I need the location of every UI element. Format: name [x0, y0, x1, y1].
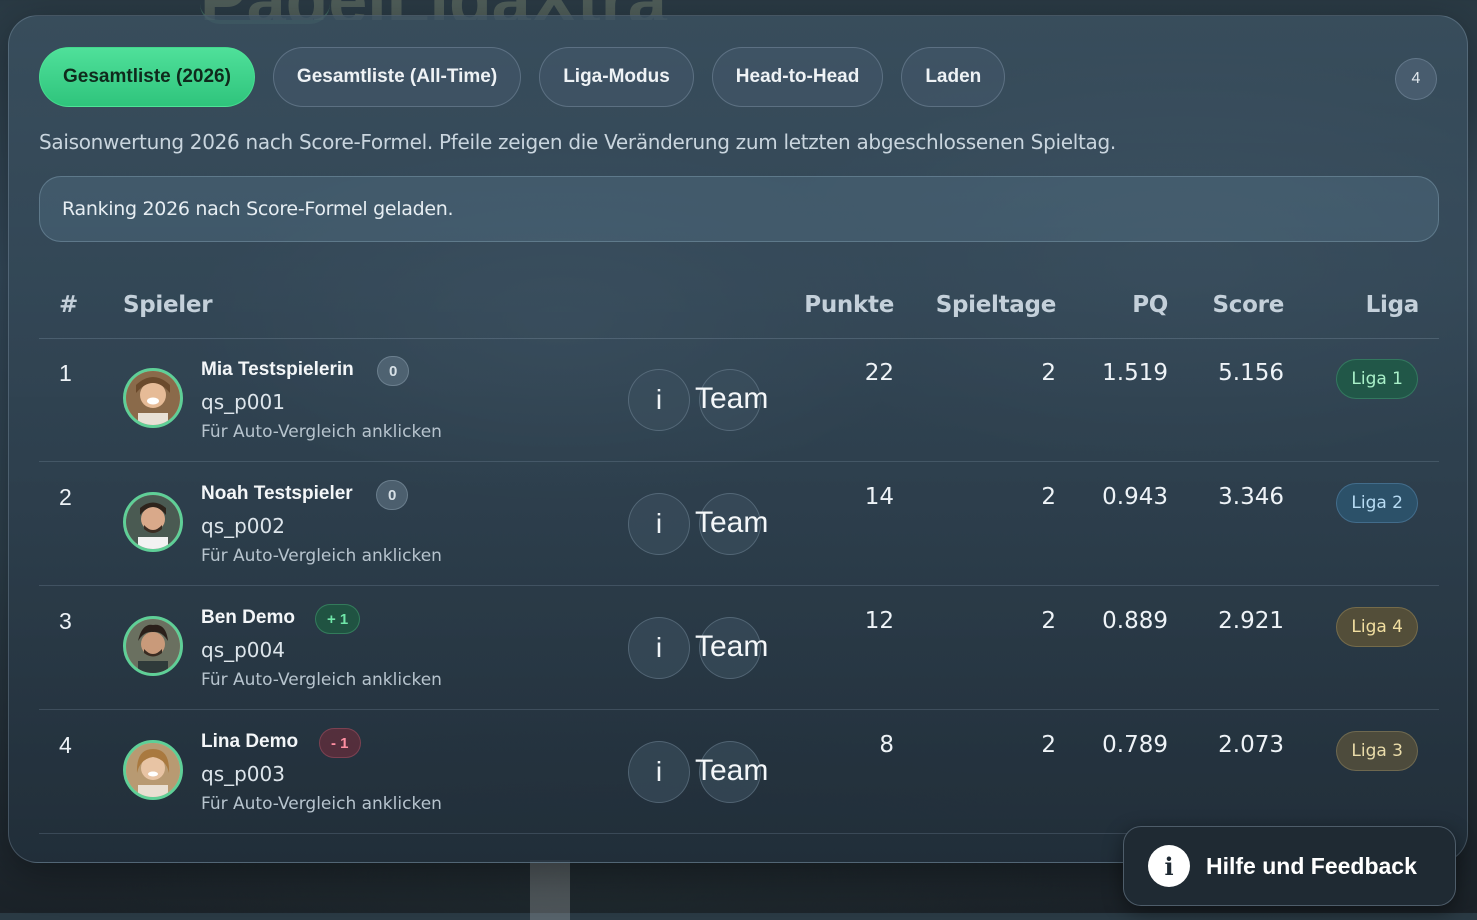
table-header: # Spieler Punkte Spieltage PQ Score Liga — [39, 278, 1439, 339]
matchdays-value: 2 — [1041, 732, 1056, 758]
compare-hint: Für Auto-Vergleich anklicken — [201, 422, 442, 442]
player-name[interactable]: Mia Testspielerin — [201, 359, 354, 381]
league-badge: Liga 1 — [1336, 359, 1418, 399]
team-button[interactable]: Team — [695, 741, 768, 803]
column-header-matchdays[interactable]: Spieltage — [936, 292, 1057, 318]
background-court-line — [530, 860, 570, 920]
team-button[interactable]: Team — [695, 493, 768, 555]
player-name[interactable]: Lina Demo — [201, 731, 298, 753]
team-button-label: Team — [695, 630, 769, 663]
score-value: 2.073 — [1218, 732, 1284, 758]
matchdays-value: 2 — [1041, 608, 1056, 634]
avatar — [123, 616, 183, 676]
column-header-league[interactable]: Liga — [1366, 292, 1420, 318]
rank-number: 1 — [59, 360, 72, 386]
player-name[interactable]: Ben Demo — [201, 607, 295, 629]
tab-gesamtliste-2026[interactable]: Gesamtliste (2026) — [39, 47, 255, 107]
tab-liga-modus[interactable]: Liga-Modus — [539, 47, 694, 107]
player-id: qs_p002 — [201, 514, 285, 538]
points-value: 14 — [864, 484, 894, 510]
status-message: Ranking 2026 nach Score-Formel geladen. — [39, 176, 1439, 242]
rank-change-badge: - 1 — [319, 728, 361, 758]
column-header-pq[interactable]: PQ — [1132, 292, 1168, 318]
team-button[interactable]: Team — [695, 369, 768, 431]
team-button[interactable]: Team — [695, 617, 768, 679]
team-button-label: Team — [695, 506, 769, 539]
team-button-label: Team — [695, 382, 769, 415]
ranking-panel: Gesamtliste (2026) Gesamtliste (All-Time… — [8, 15, 1468, 863]
player-count-badge: 4 — [1395, 58, 1437, 100]
player-info-button[interactable]: i — [628, 617, 690, 679]
rank-change-badge: + 1 — [315, 604, 361, 634]
column-header-score[interactable]: Score — [1213, 292, 1285, 318]
column-header-rank: # — [59, 292, 78, 318]
matchdays-value: 2 — [1041, 484, 1056, 510]
points-value: 22 — [864, 360, 894, 386]
column-header-points[interactable]: Punkte — [804, 292, 894, 318]
compare-hint: Für Auto-Vergleich anklicken — [201, 546, 442, 566]
info-icon: i — [1148, 845, 1190, 887]
tab-gesamtliste-all-time[interactable]: Gesamtliste (All-Time) — [272, 47, 522, 107]
pq-value: 0.789 — [1102, 732, 1168, 758]
ranking-table-body: 1 Mia Testspielerin 0 qs_p001 Für Auto-V… — [39, 338, 1439, 834]
tab-laden[interactable]: Laden — [901, 47, 1006, 107]
rank-change-badge: 0 — [376, 480, 409, 510]
table-row[interactable]: 1 Mia Testspielerin 0 qs_p001 Für Auto-V… — [39, 338, 1439, 462]
pq-value: 0.943 — [1102, 484, 1168, 510]
rank-change-badge: 0 — [377, 356, 410, 386]
tab-head-to-head[interactable]: Head-to-Head — [711, 47, 884, 107]
player-id: qs_p003 — [201, 762, 285, 786]
column-header-player[interactable]: Spieler — [123, 292, 213, 318]
score-value: 5.156 — [1218, 360, 1284, 386]
avatar — [123, 368, 183, 428]
avatar — [123, 740, 183, 800]
player-info-button[interactable]: i — [628, 741, 690, 803]
rank-number: 2 — [59, 484, 72, 510]
matchdays-value: 2 — [1041, 360, 1056, 386]
league-badge: Liga 4 — [1336, 607, 1418, 647]
score-value: 3.346 — [1218, 484, 1284, 510]
avatar — [123, 492, 183, 552]
table-row[interactable]: 2 Noah Testspieler 0 qs_p002 Für Auto-Ve… — [39, 462, 1439, 586]
team-button-label: Team — [695, 754, 769, 787]
tab-bar: Gesamtliste (2026) Gesamtliste (All-Time… — [39, 47, 1006, 107]
player-id: qs_p004 — [201, 638, 285, 662]
points-value: 8 — [879, 732, 894, 758]
compare-hint: Für Auto-Vergleich anklicken — [201, 794, 442, 814]
status-message-text: Ranking 2026 nach Score-Formel geladen. — [62, 198, 454, 220]
page-subtitle: Saisonwertung 2026 nach Score-Formel. Pf… — [39, 130, 1116, 154]
compare-hint: Für Auto-Vergleich anklicken — [201, 670, 442, 690]
player-name[interactable]: Noah Testspieler — [201, 483, 353, 505]
help-feedback-label: Hilfe und Feedback — [1206, 852, 1417, 879]
pq-value: 0.889 — [1102, 608, 1168, 634]
player-info-button[interactable]: i — [628, 493, 690, 555]
score-value: 2.921 — [1218, 608, 1284, 634]
rank-number: 4 — [59, 732, 72, 758]
player-info-button[interactable]: i — [628, 369, 690, 431]
help-feedback-button[interactable]: i Hilfe und Feedback — [1123, 826, 1456, 906]
points-value: 12 — [864, 608, 894, 634]
pq-value: 1.519 — [1102, 360, 1168, 386]
table-row[interactable]: 3 Ben Demo + 1 qs_p004 Für Auto-Vergleic… — [39, 586, 1439, 710]
league-badge: Liga 2 — [1336, 483, 1418, 523]
player-id: qs_p001 — [201, 390, 285, 414]
table-row[interactable]: 4 Lina Demo - 1 qs_p003 Für Auto-Verglei… — [39, 710, 1439, 834]
league-badge: Liga 3 — [1336, 731, 1418, 771]
rank-number: 3 — [59, 608, 72, 634]
